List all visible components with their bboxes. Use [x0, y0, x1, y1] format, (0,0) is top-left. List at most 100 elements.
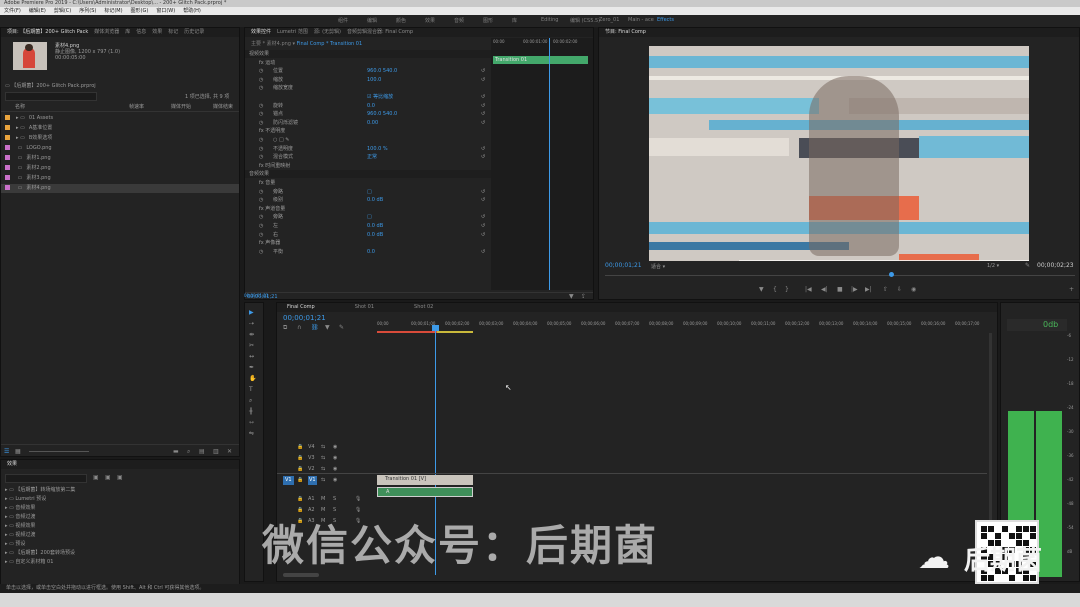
reset-icon[interactable]: ↺	[481, 188, 485, 196]
zoom-icon[interactable]: ⌕	[249, 397, 261, 408]
sync-icon[interactable]: ⇆	[321, 454, 325, 463]
effect-property-row[interactable]: ◷ 旁路 □ ↺	[245, 188, 491, 196]
delete-icon[interactable]: ✕	[227, 448, 232, 455]
effect-controls-tab-0[interactable]: 效果控件	[251, 29, 271, 35]
effect-property-row[interactable]: ◷ 不透明度 100.0 % ↺	[245, 145, 491, 153]
effect-property-value[interactable]: 100.0	[367, 76, 381, 84]
quality-dropdown[interactable]: 1/2 ▾	[987, 263, 999, 269]
menu-item-0[interactable]: 文件(F)	[4, 8, 21, 14]
audio-track-header[interactable]: 🔒 A1 M S 🎙	[277, 495, 377, 504]
effect-property-row[interactable]: ◷ 缩放宽度	[245, 84, 491, 92]
effect-controls-tab-3[interactable]: 音频剪辑混合器: Final Comp	[347, 29, 413, 35]
reset-icon[interactable]: ↺	[481, 76, 485, 84]
reset-icon[interactable]: ↺	[481, 102, 485, 110]
razor-icon[interactable]: ✂	[249, 342, 261, 353]
project-search-input[interactable]	[5, 92, 97, 101]
effect-property-value[interactable]: 0.0 dB	[367, 222, 383, 230]
effect-property-value[interactable]: 0.0	[367, 102, 375, 110]
sync-icon[interactable]: ⇆	[321, 476, 325, 485]
settings-wrench-icon[interactable]: ✎	[339, 324, 344, 331]
solo-icon[interactable]: S	[333, 495, 336, 504]
rate-stretch-icon[interactable]: ⇿	[249, 419, 261, 430]
yuv-icon[interactable]: ▣	[117, 474, 123, 481]
add-marker-icon[interactable]: ▼	[759, 286, 764, 293]
column-header-0[interactable]: 名称	[15, 103, 25, 111]
effect-property-row[interactable]: fx 时间重映射	[245, 162, 491, 170]
effects-browser-item[interactable]: ▸ ▭ 音频过渡	[5, 513, 35, 520]
workspace-tab-3[interactable]: 效果	[425, 17, 435, 24]
program-scrub-bar[interactable]	[605, 275, 1075, 276]
go-to-in-icon[interactable]: |◀	[805, 286, 812, 293]
effect-property-value[interactable]: 0.0	[367, 248, 375, 256]
menu-item-7[interactable]: 帮助(H)	[183, 8, 201, 14]
menu-item-6[interactable]: 窗口(W)	[156, 8, 175, 14]
step-back-icon[interactable]: ◀|	[821, 286, 828, 293]
workspace-tab-7[interactable]: Editing	[541, 17, 558, 23]
tab-effects[interactable]: 效果	[7, 461, 17, 467]
stopwatch-icon[interactable]: ◷	[259, 76, 263, 84]
reset-icon[interactable]: ↺	[481, 93, 485, 101]
type-icon[interactable]: T	[249, 386, 261, 397]
snap-icon[interactable]: ∩	[297, 324, 301, 331]
reset-icon[interactable]: ↺	[481, 213, 485, 221]
tab-program[interactable]: 节目: Final Comp	[605, 29, 646, 35]
effect-property-value[interactable]: 960.0 540.0	[367, 110, 397, 118]
mic-icon[interactable]: 🎙	[355, 495, 361, 504]
effect-property-row[interactable]: 视频效果	[245, 50, 491, 58]
mark-in-icon[interactable]: {	[773, 286, 777, 293]
add-button-icon[interactable]: +	[1069, 286, 1074, 293]
icon-view-icon[interactable]: ▦	[15, 448, 21, 455]
column-header-1[interactable]: 帧速率	[129, 103, 144, 111]
play-stop-icon[interactable]: ■	[837, 286, 843, 293]
effect-property-value[interactable]: 正常	[367, 153, 377, 161]
effects-browser-item[interactable]: ▸ ▭ 【后期菌】转场缩放第二集	[5, 486, 75, 493]
video-track-header[interactable]: 🔒 V4 ⇆ ◉	[277, 443, 377, 452]
workspace-tab-4[interactable]: 音频	[454, 17, 464, 24]
effect-property-row[interactable]: ◷ ○ □ ✎	[245, 136, 491, 144]
video-track-header[interactable]: V1 🔒 V1 ⇆ ◉	[277, 476, 377, 485]
marker-icon[interactable]: ▼	[325, 324, 330, 331]
project-tab-2[interactable]: 库	[125, 29, 130, 35]
workspace-tab-11[interactable]: Effects	[657, 17, 674, 23]
track-select-icon[interactable]: ⇢	[249, 320, 261, 331]
reset-icon[interactable]: ↺	[481, 196, 485, 204]
effect-property-row[interactable]: ☑ 等比缩放 ↺	[245, 93, 491, 101]
effect-property-row[interactable]: fx 不透明度	[245, 127, 491, 135]
slide-icon[interactable]: ⇋	[249, 430, 261, 441]
effect-property-row[interactable]: fx 运动	[245, 59, 491, 67]
project-item[interactable]: ▭ LOGO.png	[1, 144, 239, 153]
effect-property-value[interactable]: 960.0 540.0	[367, 67, 397, 75]
effects-browser-item[interactable]: ▸ ▭ 视频效果	[5, 522, 35, 529]
reset-icon[interactable]: ↺	[481, 119, 485, 127]
reset-icon[interactable]: ↺	[481, 248, 485, 256]
project-item[interactable]: ▭ 素材2.png	[1, 164, 239, 173]
project-item[interactable]: ▭ 素材4.png	[1, 184, 239, 193]
effect-property-row[interactable]: ◷ 旋转 0.0 ↺	[245, 102, 491, 110]
stopwatch-icon[interactable]: ◷	[259, 145, 263, 153]
menu-item-4[interactable]: 标记(M)	[104, 8, 122, 14]
eye-icon[interactable]: ◉	[333, 476, 337, 485]
fit-dropdown[interactable]: 适合 ▾	[651, 263, 665, 270]
rolling-edit-icon[interactable]: ╫	[249, 408, 261, 419]
video-clip[interactable]: Transition 01 [V]	[377, 475, 473, 485]
project-tab-4[interactable]: 效果	[152, 29, 162, 35]
linked-icon[interactable]: ⛓	[311, 324, 319, 331]
nest-icon[interactable]: ⧉	[283, 324, 287, 331]
lock-icon[interactable]: 🔒	[297, 454, 303, 463]
pen-icon[interactable]: ✒	[249, 364, 261, 375]
effect-property-value[interactable]: ☑ 等比缩放	[367, 93, 393, 101]
eye-icon[interactable]: ◉	[333, 443, 337, 452]
effects-search-input[interactable]	[5, 474, 87, 483]
effects-browser-item[interactable]: ▸ ▭ 视频过渡	[5, 531, 35, 538]
timeline-tab-1[interactable]: Shot 01	[355, 304, 374, 310]
effect-property-row[interactable]: ◷ 锚点 960.0 540.0 ↺	[245, 110, 491, 118]
accelerated-icon[interactable]: ▣	[93, 474, 99, 481]
project-item[interactable]: ▸ ▭ 01 Assets	[1, 114, 239, 123]
effect-property-row[interactable]: ◷ 混合模式 正常 ↺	[245, 153, 491, 161]
clear-icon[interactable]: ▥	[213, 448, 219, 455]
column-header-3[interactable]: 媒体结束	[213, 103, 233, 111]
reset-icon[interactable]: ↺	[481, 110, 485, 118]
program-timecode[interactable]: 00;00;01;21	[605, 262, 642, 269]
stopwatch-icon[interactable]: ◷	[259, 188, 263, 196]
effect-property-row[interactable]: ◷ 平衡 0.0 ↺	[245, 248, 491, 256]
